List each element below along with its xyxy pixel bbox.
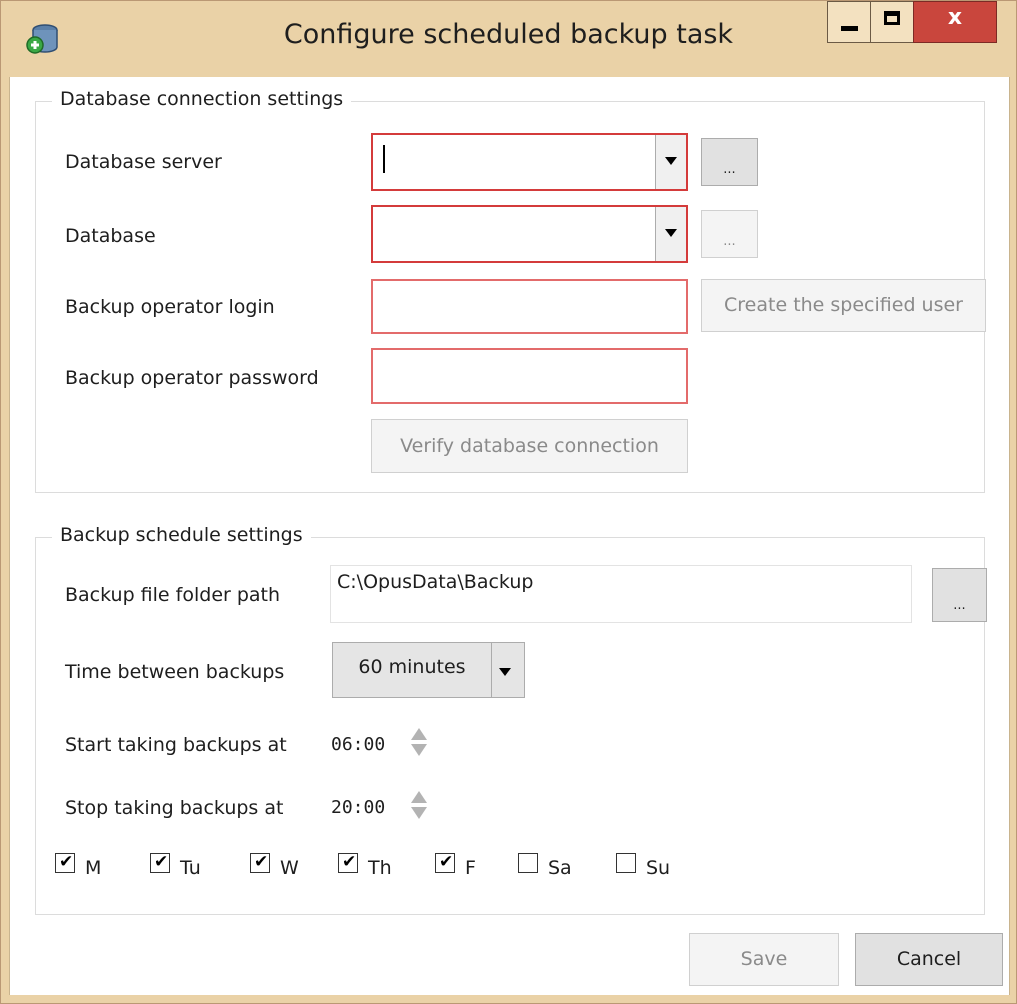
check-icon: ✔ [342, 852, 357, 872]
interval-dropdown[interactable]: 60 minutes [332, 642, 525, 698]
checkbox[interactable] [616, 853, 636, 873]
database-label: Database [65, 225, 156, 247]
start-time-spinner[interactable] [411, 728, 427, 760]
chevron-down-icon [665, 157, 677, 165]
checkbox[interactable] [518, 853, 538, 873]
close-button[interactable]: x [913, 1, 997, 43]
database-add-icon [26, 24, 58, 54]
start-time-label: Start taking backups at [65, 734, 287, 756]
create-user-button[interactable]: Create the specified user [701, 279, 986, 332]
verify-connection-button[interactable]: Verify database connection [371, 419, 688, 473]
save-button[interactable]: Save [689, 933, 839, 986]
checkbox[interactable]: ✔ [250, 852, 270, 873]
interval-label: Time between backups [65, 661, 285, 683]
database-connection-legend: Database connection settings [52, 88, 352, 110]
checkbox[interactable]: ✔ [55, 852, 75, 873]
day-label: Tu [180, 857, 201, 879]
spin-down-icon[interactable] [411, 807, 427, 819]
chevron-down-icon [499, 668, 511, 676]
check-icon: ✔ [59, 852, 74, 872]
backup-login-input[interactable] [371, 279, 688, 334]
spin-down-icon[interactable] [411, 744, 427, 756]
minimize-button[interactable] [827, 1, 871, 43]
database-server-combobox[interactable] [371, 133, 688, 191]
check-icon: ✔ [154, 852, 169, 872]
day-label: Su [646, 857, 671, 879]
stop-time-value[interactable]: 20:00 [331, 797, 385, 818]
stop-time-label: Stop taking backups at [65, 797, 284, 819]
spin-up-icon[interactable] [411, 728, 427, 740]
close-icon: x [947, 5, 963, 30]
checkbox[interactable]: ✔ [150, 852, 170, 873]
check-icon: ✔ [439, 852, 454, 872]
day-label: F [465, 857, 476, 879]
stop-time-spinner[interactable] [411, 791, 427, 823]
text-caret [383, 145, 385, 173]
backup-schedule-legend: Backup schedule settings [52, 524, 311, 546]
cancel-button[interactable]: Cancel [855, 933, 1003, 986]
minimize-icon [841, 26, 858, 31]
day-label: W [280, 857, 299, 879]
database-server-dropdown-arrow[interactable] [655, 135, 686, 189]
day-label: Th [368, 857, 392, 879]
check-icon: ✔ [254, 852, 269, 872]
dropdown-separator [491, 643, 492, 697]
title-bar[interactable]: Configure scheduled backup task x [1, 1, 1016, 77]
backup-password-input[interactable] [371, 348, 688, 404]
maximize-button[interactable] [870, 1, 914, 43]
day-label: M [85, 857, 102, 879]
backup-folder-label: Backup file folder path [65, 584, 281, 606]
database-dropdown-arrow[interactable] [655, 207, 686, 261]
maximize-icon [884, 11, 900, 25]
backup-login-label: Backup operator login [65, 296, 275, 318]
start-time-value[interactable]: 06:00 [331, 734, 385, 755]
spin-up-icon[interactable] [411, 791, 427, 803]
database-server-label: Database server [65, 151, 222, 173]
backup-password-label: Backup operator password [65, 367, 319, 389]
backup-folder-input[interactable]: C:\OpusData\Backup [330, 565, 912, 623]
window-title: Configure scheduled backup task [283, 19, 734, 50]
dialog-body: Database connection settings Database se… [9, 77, 1010, 995]
database-combobox[interactable] [371, 205, 688, 263]
chevron-down-icon [665, 229, 677, 237]
dialog-window: Configure scheduled backup task x Databa… [0, 0, 1017, 1004]
checkbox[interactable]: ✔ [435, 852, 455, 873]
database-browse-button[interactable]: ... [701, 210, 758, 258]
day-label: Sa [548, 857, 572, 879]
database-server-browse-button[interactable]: ... [701, 138, 758, 186]
interval-value: 60 minutes [358, 656, 466, 678]
checkbox[interactable]: ✔ [338, 852, 358, 873]
backup-folder-browse-button[interactable]: ... [932, 568, 987, 622]
